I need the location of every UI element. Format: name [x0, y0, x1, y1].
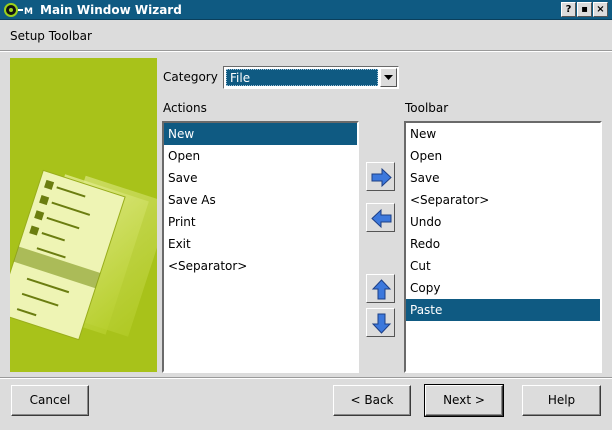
add-to-toolbar-button[interactable]: [366, 162, 395, 191]
actions-list-item[interactable]: Open: [164, 145, 357, 167]
actions-label: Actions: [163, 101, 207, 115]
wizard-banner-image: [10, 58, 157, 372]
toolbar-list-item[interactable]: <Separator>: [406, 189, 600, 211]
app-logo-icon[interactable]: M: [4, 2, 34, 18]
move-down-button[interactable]: [366, 308, 395, 337]
help-title-button[interactable]: ?: [561, 2, 576, 17]
toolbar-list-item[interactable]: Paste: [406, 299, 600, 321]
toolbar-list-item[interactable]: Undo: [406, 211, 600, 233]
toolbar-list-item[interactable]: Cut: [406, 255, 600, 277]
actions-list-item[interactable]: New: [164, 123, 357, 145]
toolbar-list[interactable]: New Open Save <Separator> Undo Redo Cut …: [404, 121, 602, 373]
arrow-up-icon: [371, 279, 392, 300]
actions-list-item[interactable]: <Separator>: [164, 255, 357, 277]
category-combobox[interactable]: File: [223, 66, 399, 89]
back-button[interactable]: < Back: [333, 385, 411, 416]
next-button[interactable]: Next >: [424, 384, 504, 417]
toolbar-list-item[interactable]: Redo: [406, 233, 600, 255]
toolbar-list-item[interactable]: Copy: [406, 277, 600, 299]
arrow-left-icon: [371, 208, 392, 229]
cancel-button[interactable]: Cancel: [11, 385, 89, 416]
actions-list[interactable]: New Open Save Save As Print Exit <Separa…: [162, 121, 359, 373]
toolbar-label: Toolbar: [405, 101, 449, 115]
svg-text:M: M: [24, 7, 33, 17]
footer-separator: [0, 377, 612, 379]
toolbar-list-item[interactable]: New: [406, 123, 600, 145]
arrow-down-icon: [371, 313, 392, 334]
header-separator: [0, 50, 612, 52]
chevron-down-icon: [384, 75, 393, 80]
arrow-right-icon: [371, 167, 392, 188]
close-button[interactable]: ×: [593, 2, 608, 17]
page-heading: Setup Toolbar: [10, 29, 92, 43]
category-label: Category: [163, 70, 218, 84]
category-value: File: [226, 69, 378, 86]
toolbar-list-item[interactable]: Save: [406, 167, 600, 189]
actions-list-item[interactable]: Save As: [164, 189, 357, 211]
actions-list-item[interactable]: Print: [164, 211, 357, 233]
actions-list-item[interactable]: Exit: [164, 233, 357, 255]
title-bar: M Main Window Wizard ? ▪ ×: [0, 0, 612, 20]
remove-from-toolbar-button[interactable]: [366, 203, 395, 232]
dropdown-button[interactable]: [380, 68, 397, 87]
help-button[interactable]: Help: [522, 385, 601, 416]
maximize-button[interactable]: ▪: [577, 2, 592, 17]
toolbar-list-item[interactable]: Open: [406, 145, 600, 167]
window-title: Main Window Wizard: [40, 3, 182, 17]
move-up-button[interactable]: [366, 274, 395, 303]
actions-list-item[interactable]: Save: [164, 167, 357, 189]
wizard-menu-illustration: [10, 169, 157, 341]
